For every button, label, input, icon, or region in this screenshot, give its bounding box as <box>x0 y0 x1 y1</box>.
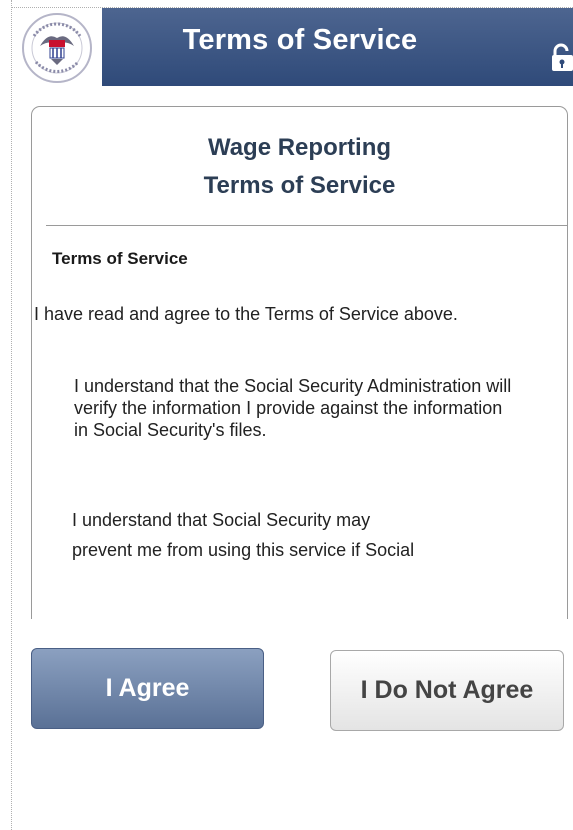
terms-intro-text: I have read and agree to the Terms of Se… <box>34 304 458 324</box>
page-title: Terms of Service <box>182 24 418 56</box>
card-divider <box>46 225 567 226</box>
terms-paragraph-prevent-line2: prevent me from using this service if So… <box>72 540 415 560</box>
terms-paragraph-prevent-line1: I understand that Social Security may <box>72 510 371 530</box>
disagree-button[interactable]: I Do Not Agree <box>330 650 564 731</box>
terms-paragraph-verify: I understand that the Social Security Ad… <box>74 376 512 440</box>
page: Terms of Service Wage Reporting Terms of… <box>0 0 573 830</box>
terms-paragraph-prevent: I understand that Social Security may pr… <box>72 505 542 565</box>
lock-icon[interactable] <box>549 42 573 72</box>
card-title-line2: Terms of Service <box>203 172 396 199</box>
logo-container <box>12 8 102 86</box>
ssa-seal-icon <box>22 13 92 83</box>
card-title: Wage Reporting Terms of Service <box>32 129 567 205</box>
card-title-line1: Wage Reporting <box>207 134 392 161</box>
agree-button[interactable]: I Agree <box>31 648 264 729</box>
page-border-left <box>11 0 12 830</box>
terms-card: Wage Reporting Terms of Service Terms of… <box>31 106 568 619</box>
terms-section-heading: Terms of Service <box>52 249 188 268</box>
